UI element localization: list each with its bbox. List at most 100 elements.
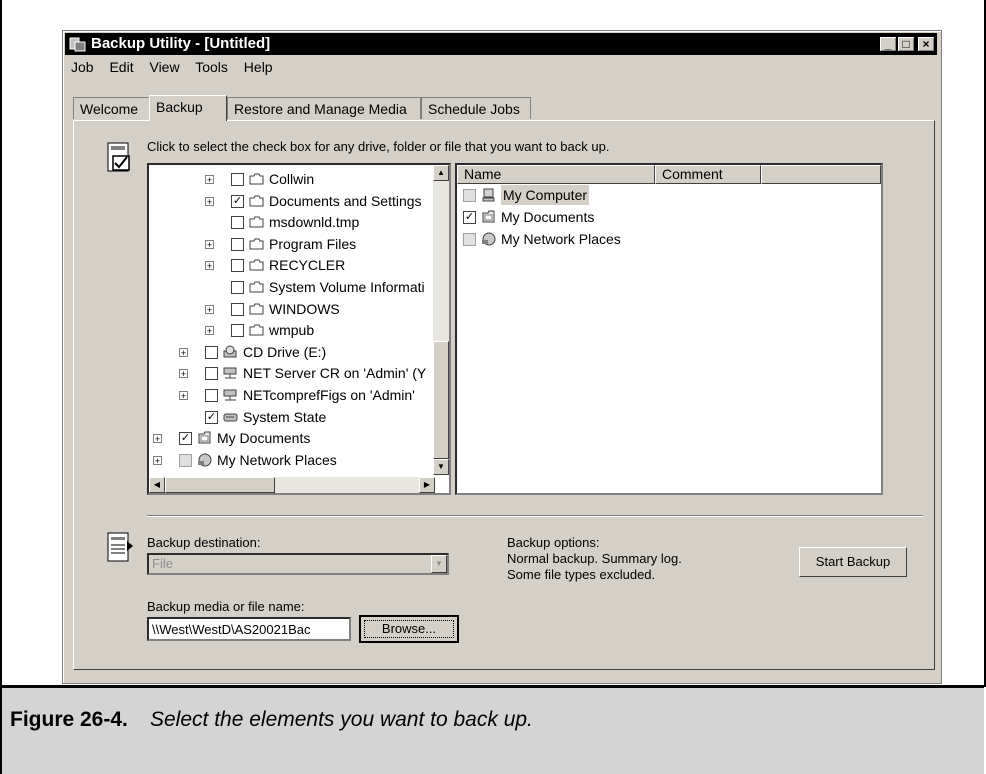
folder-icon [249, 173, 264, 185]
destination-label: Backup destination: [147, 535, 261, 550]
tree-item-label: wmpub [269, 322, 315, 339]
expand-plus-icon[interactable]: + [179, 347, 188, 357]
tree-item[interactable]: ✓ System State [149, 407, 435, 427]
folder-icon [249, 195, 264, 207]
tree-checkbox[interactable] [231, 237, 244, 251]
expand-plus-icon[interactable]: + [179, 391, 188, 401]
tree-checkbox[interactable] [231, 259, 244, 273]
list-item[interactable]: ✓ My Documents [461, 207, 661, 227]
list-item-label: My Computer [501, 185, 590, 205]
expand-plus-icon[interactable]: + [179, 369, 188, 379]
maximize-button[interactable]: □ [897, 36, 915, 52]
list-checkbox[interactable] [463, 233, 476, 246]
backup-utility-window: Backup Utility - [Untitled] _ □ × Job Ed… [62, 30, 942, 684]
expand-plus-icon[interactable]: + [205, 196, 214, 206]
expand-plus-icon[interactable]: + [205, 239, 214, 249]
cd-drive-icon [223, 345, 237, 358]
tree-item-label: My Documents [217, 430, 311, 447]
tree-checkbox[interactable] [231, 216, 244, 230]
caption-label: Figure 26-4. [10, 708, 128, 731]
folder-icon [249, 303, 264, 315]
tree-item[interactable]: + wmpub [149, 320, 435, 340]
tab-backup[interactable]: Backup [149, 95, 227, 121]
tree-item-label: NET Server CR on 'Admin' (Y [243, 365, 427, 382]
tree-item[interactable]: + Program Files [149, 234, 435, 254]
start-backup-button[interactable]: Start Backup [799, 547, 907, 577]
tree-item[interactable]: + RECYCLER [149, 255, 435, 275]
tree-checkbox[interactable] [205, 389, 218, 402]
expand-plus-icon[interactable]: + [205, 175, 214, 185]
tab-restore[interactable]: Restore and Manage Media [227, 97, 421, 119]
scroll-up-arrow-icon[interactable]: ▲ [433, 165, 449, 181]
expand-plus-icon[interactable]: + [205, 304, 214, 314]
tree-item[interactable]: + My Network Places [149, 450, 435, 470]
menu-job[interactable]: Job [71, 59, 94, 75]
horizontal-scroll-thumb[interactable] [165, 477, 275, 493]
tree-item[interactable]: + ✓ Documents and Settings [149, 191, 435, 211]
backup-selection-icon [107, 142, 130, 172]
tree-item[interactable]: + NET Server CR on 'Admin' (Y [149, 363, 435, 383]
tree-item[interactable]: msdownld.tmp [149, 212, 435, 232]
column-comment[interactable]: Comment [655, 165, 761, 184]
selection-list[interactable]: Name Comment My Computer ✓ My Documents My … [455, 163, 883, 495]
figure-caption: Figure 26-4. Select the elements you wan… [0, 685, 984, 774]
tree-vertical-scrollbar[interactable]: ▲ ▼ [433, 165, 449, 475]
network-drive-icon [223, 389, 237, 401]
tree-checkbox[interactable] [205, 367, 218, 381]
media-filename-value: \\West\WestD\AS20021Bac [152, 622, 311, 637]
tree-checkbox[interactable]: ✓ [231, 194, 244, 208]
minimize-button[interactable]: _ [879, 36, 897, 52]
tree-item-label: Collwin [269, 171, 315, 187]
tree-item[interactable]: System Volume Informati [149, 277, 435, 297]
chevron-down-icon[interactable]: ▼ [431, 555, 447, 573]
backup-tree[interactable]: ▲ ▼ ◀ ▶ + Collwin + ✓ Documents and Settings… [147, 163, 451, 495]
tree-item[interactable]: + WINDOWS [149, 299, 435, 319]
tree-item-label: My Network Places [217, 451, 337, 468]
folder-icon [249, 324, 264, 336]
scroll-right-arrow-icon[interactable]: ▶ [419, 477, 435, 493]
column-name[interactable]: Name [457, 165, 655, 184]
menu-edit[interactable]: Edit [109, 59, 133, 75]
tree-item[interactable]: + NETcomprefFigs on 'Admin' [149, 385, 435, 405]
tab-welcome[interactable]: Welcome [73, 97, 151, 119]
list-item[interactable]: My Computer [461, 185, 661, 205]
tree-item-label: NETcomprefFigs on 'Admin' [243, 387, 415, 403]
close-button[interactable]: × [917, 36, 935, 52]
menu-tools[interactable]: Tools [195, 59, 228, 75]
destination-select[interactable]: File ▼ [147, 553, 449, 575]
tree-checkbox[interactable] [231, 173, 244, 186]
list-checkbox[interactable]: ✓ [463, 211, 476, 224]
scroll-thumb[interactable] [433, 341, 449, 459]
list-item[interactable]: My Network Places [461, 229, 661, 249]
tab-schedule-jobs[interactable]: Schedule Jobs [421, 97, 531, 119]
menu-view[interactable]: View [149, 59, 179, 75]
system-state-icon [223, 413, 238, 422]
network-places-icon [482, 232, 496, 246]
scroll-left-arrow-icon[interactable]: ◀ [149, 477, 165, 493]
tree-item[interactable]: + CD Drive (E:) [149, 342, 435, 362]
tree-item[interactable]: + Collwin [149, 169, 435, 189]
my-documents-icon [198, 431, 211, 444]
browse-button[interactable]: Browse... [359, 615, 459, 643]
title-bar[interactable]: Backup Utility - [Untitled] _ □ × [65, 33, 937, 55]
tree-checkbox[interactable] [205, 345, 218, 359]
tree-checkbox[interactable]: ✓ [179, 432, 192, 446]
my-computer-icon [482, 188, 495, 202]
expand-plus-icon[interactable]: + [153, 434, 162, 444]
expand-plus-icon[interactable]: + [205, 261, 214, 271]
list-checkbox[interactable] [463, 189, 476, 202]
options-line-1: Normal backup. Summary log. [507, 551, 682, 566]
media-filename-input[interactable]: \\West\WestD\AS20021Bac [147, 617, 351, 641]
scroll-down-arrow-icon[interactable]: ▼ [433, 459, 449, 475]
tree-checkbox[interactable] [231, 281, 244, 294]
tree-checkbox[interactable]: ✓ [205, 410, 218, 424]
menu-help[interactable]: Help [244, 59, 273, 75]
expand-plus-icon[interactable]: + [205, 326, 214, 336]
tree-checkbox[interactable] [179, 453, 192, 467]
expand-plus-icon[interactable]: + [153, 455, 162, 465]
tree-horizontal-scrollbar[interactable]: ◀ ▶ [149, 477, 435, 493]
tree-item[interactable]: + ✓ My Documents [149, 428, 435, 448]
tree-checkbox[interactable] [231, 302, 244, 316]
column-empty[interactable] [761, 165, 881, 184]
tree-checkbox[interactable] [231, 324, 244, 338]
